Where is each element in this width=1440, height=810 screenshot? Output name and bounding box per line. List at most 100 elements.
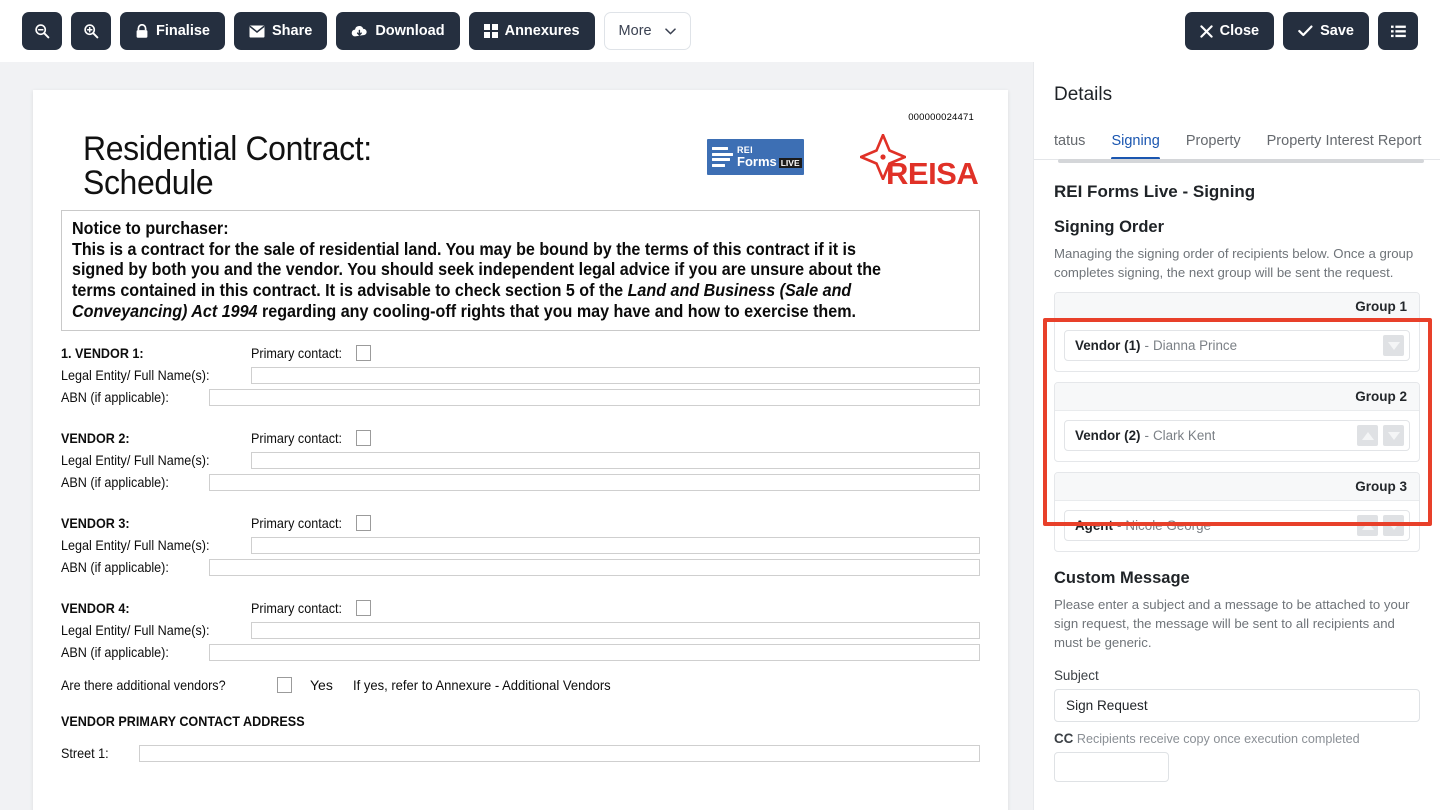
group-1-label: Group 1 [1055, 293, 1419, 322]
tab-signing[interactable]: Signing [1111, 133, 1161, 160]
street1-input[interactable] [139, 744, 980, 762]
arrow-down-icon [1387, 521, 1400, 530]
vendor-4-heading: VENDOR 4: [61, 600, 130, 617]
document-viewer[interactable]: 000000024471 Residential Contract: Sched… [0, 62, 1033, 810]
recipient-role: Agent [1075, 518, 1113, 534]
vendor-1-primary-contact-checkbox[interactable] [356, 345, 372, 362]
recipient-name: Clark Kent [1152, 428, 1216, 444]
vendor-1-name-input[interactable] [251, 366, 980, 384]
save-button[interactable]: Save [1283, 12, 1369, 50]
envelope-icon [249, 25, 265, 38]
recipient-actions [1357, 425, 1404, 447]
finalise-button[interactable]: Finalise [120, 12, 225, 50]
vendor-2-abn-input[interactable] [209, 473, 980, 491]
vendor-1-heading: 1. VENDOR 1: [61, 345, 144, 362]
signing-group-2: Group 2 Vendor (2) - Clark Kent [1054, 382, 1420, 463]
recipient-row[interactable]: Vendor (2) - Clark Kent [1064, 420, 1410, 452]
zoom-out-button[interactable] [22, 12, 62, 50]
chevron-down-icon [664, 27, 676, 35]
panel-tabs: tatus Signing Property Property Interest… [1034, 123, 1440, 163]
tab-property-interest-report[interactable]: Property Interest Report [1267, 133, 1422, 159]
recipient-separator: - [1144, 338, 1149, 354]
arrow-up-icon [1361, 521, 1374, 530]
recipient-role: Vendor (2) [1075, 428, 1141, 444]
share-button[interactable]: Share [234, 12, 328, 50]
contract-page: 000000024471 Residential Contract: Sched… [33, 90, 1008, 810]
vendor-1-abn-input[interactable] [209, 388, 980, 406]
cloud-download-icon [351, 25, 368, 38]
vendor-1-name-label: Legal Entity/ Full Name(s): [61, 367, 210, 384]
check-icon [1298, 25, 1313, 37]
vendor-3-heading: VENDOR 3: [61, 515, 130, 532]
arrow-down-icon [1387, 431, 1400, 440]
recipient-separator: - [1144, 428, 1149, 444]
subject-input[interactable] [1054, 688, 1420, 722]
lock-icon [135, 23, 149, 39]
move-up-button[interactable] [1357, 425, 1378, 447]
vendor-2-abn-label: ABN (if applicable): [61, 474, 169, 491]
grid-icon [483, 24, 498, 38]
toolbar-right-group: Close Save [1184, 12, 1418, 50]
more-button[interactable]: More [603, 12, 691, 50]
contact-address-heading: VENDOR PRIMARY CONTACT ADDRESS [61, 713, 305, 730]
annexures-label: Annexures [504, 23, 580, 39]
cc-input[interactable] [1054, 751, 1169, 782]
tab-property[interactable]: Property [1186, 133, 1241, 159]
move-down-button[interactable] [1383, 335, 1404, 357]
recipient-separator: - [1116, 518, 1122, 534]
move-up-button[interactable] [1357, 515, 1378, 537]
arrow-up-icon [1361, 431, 1374, 440]
notice-text: Notice to purchaser: This is a contract … [72, 218, 897, 321]
save-label: Save [1320, 23, 1354, 39]
vendor-3-primary-contact-checkbox[interactable] [356, 515, 372, 532]
additional-vendors-checkbox[interactable] [277, 677, 292, 694]
vendor-2-name-input[interactable] [251, 451, 980, 469]
street1-row: Street 1: [61, 742, 980, 764]
vendor-4-primary-contact-checkbox[interactable] [356, 600, 372, 617]
rfl-logo-live-badge: LIVE [778, 157, 802, 169]
share-label: Share [272, 23, 313, 39]
vendor-2-heading: VENDOR 2: [61, 430, 130, 447]
recipient-name: Nicole George [1125, 518, 1212, 534]
list-icon [1390, 25, 1406, 38]
download-label: Download [375, 23, 445, 39]
rfl-lines-icon [712, 147, 733, 167]
subject-label: Subject [1054, 667, 1099, 683]
close-button[interactable]: Close [1184, 12, 1275, 50]
download-button[interactable]: Download [336, 12, 460, 50]
vendor-4-abn-input[interactable] [209, 643, 980, 661]
recipient-row[interactable]: Vendor (1) - Dianna Prince [1064, 330, 1410, 362]
recipient-row[interactable]: Agent - Nicole George [1064, 510, 1410, 542]
additional-vendors-yes-label: Yes [310, 677, 333, 694]
recipient-actions [1383, 335, 1404, 357]
annexures-button[interactable]: Annexures [468, 12, 595, 50]
move-down-button[interactable] [1383, 425, 1404, 447]
signing-section-title: REI Forms Live - Signing [1054, 182, 1256, 201]
signing-group-3: Group 3 Agent - Nicole George [1054, 472, 1420, 553]
vendor-3-name-input[interactable] [251, 536, 980, 554]
rei-forms-live-logo: REI Forms LIVE [707, 139, 804, 175]
zoom-out-icon [34, 23, 50, 39]
recipient-role: Vendor (1) [1075, 338, 1141, 354]
tab-status[interactable]: tatus [1054, 133, 1085, 159]
vendor-1-abn-label: ABN (if applicable): [61, 389, 169, 406]
zoom-in-button[interactable] [71, 12, 111, 50]
move-down-button[interactable] [1383, 515, 1404, 537]
panel-title: Details [1054, 84, 1113, 105]
doc-title-line1: Residential Contract: [83, 130, 372, 168]
menu-list-button[interactable] [1378, 12, 1418, 50]
vendor-3-primary-contact-label: Primary contact: [251, 515, 343, 532]
signing-order-heading: Signing Order [1054, 218, 1165, 236]
signing-order-description: Managing the signing order of recipients… [1054, 246, 1414, 280]
vendor-2-primary-contact-checkbox[interactable] [356, 430, 372, 447]
vendor-4-name-input[interactable] [251, 621, 980, 639]
rfl-logo-forms: Forms [737, 153, 777, 169]
additional-vendors-row: Are there additional vendors? Yes If yes… [61, 673, 980, 697]
vendor-3-abn-input[interactable] [209, 558, 980, 576]
recipient-actions [1357, 515, 1404, 537]
additional-vendors-hint: If yes, refer to Annexure - Additional V… [352, 677, 611, 694]
vendor-block-4: VENDOR 4: Primary contact: Legal Entity/… [61, 597, 980, 663]
panel-header: Details [1034, 62, 1440, 106]
vendor-2-name-label: Legal Entity/ Full Name(s): [61, 452, 210, 469]
group-2-label: Group 2 [1055, 383, 1419, 412]
